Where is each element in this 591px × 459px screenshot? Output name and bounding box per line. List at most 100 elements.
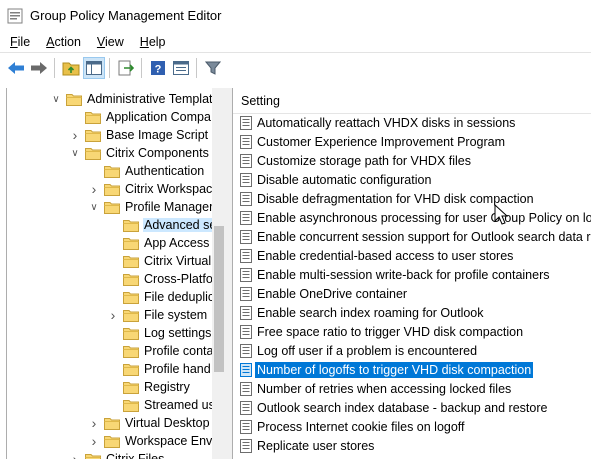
policy-setting-icon: [240, 324, 252, 339]
chevron-down-icon[interactable]: ∨: [88, 201, 100, 213]
tree-item[interactable]: › Virtual Desktop: [88, 414, 211, 432]
setting-label: Enable multi-session write-back for prof…: [257, 267, 550, 282]
up-folder-icon[interactable]: [60, 57, 82, 79]
tree-item[interactable]: › Citrix Files: [69, 450, 165, 459]
policy-setting-icon: [240, 362, 252, 377]
tree-item[interactable]: App Access: [107, 234, 210, 252]
setting-row[interactable]: Free space ratio to trigger VHD disk com…: [233, 322, 591, 341]
setting-row[interactable]: Enable concurrent session support for Ou…: [233, 227, 591, 246]
policy-setting-icon: [240, 210, 252, 225]
policy-setting-icon: [240, 343, 252, 358]
setting-row[interactable]: Enable OneDrive container: [233, 284, 591, 303]
column-header-setting[interactable]: Setting: [233, 88, 591, 114]
tree-item-label: File deduplic: [144, 290, 215, 304]
tree-item[interactable]: ∨ Profile Managem: [88, 198, 221, 216]
setting-row[interactable]: Enable asynchronous processing for user …: [233, 208, 591, 227]
chevron-down-icon[interactable]: ∨: [69, 147, 81, 159]
setting-row[interactable]: Log off user if a problem is encountered: [233, 341, 591, 360]
tree-scrollbar-thumb[interactable]: [214, 226, 224, 372]
tree-item[interactable]: Citrix Virtual: [107, 252, 212, 270]
menu-action[interactable]: Action: [40, 35, 87, 49]
setting-row[interactable]: Automatically reattach VHDX disks in ses…: [233, 113, 591, 132]
policy-setting-icon: [240, 172, 252, 187]
tree-item[interactable]: Registry: [107, 378, 191, 396]
settings-pane[interactable]: Setting Automatically reattach VHDX disk…: [232, 88, 591, 459]
tree-item[interactable]: File deduplic: [107, 288, 215, 306]
forward-arrow-icon[interactable]: [28, 57, 50, 79]
tree-item-label: Authentication: [125, 164, 205, 178]
tree-item[interactable]: Advanced se: [107, 216, 218, 234]
chevron-right-icon[interactable]: ›: [88, 433, 100, 449]
toolbar-separator: [141, 58, 142, 78]
tree-item[interactable]: › File system: [107, 306, 208, 324]
chevron-right-icon[interactable]: ›: [88, 181, 100, 197]
tree-item[interactable]: Cross-Platfo: [107, 270, 214, 288]
tree-item[interactable]: Log settings: [107, 324, 212, 342]
setting-row[interactable]: Number of retries when accessing locked …: [233, 379, 591, 398]
policy-setting-icon: [240, 191, 252, 206]
tree-item-label: Citrix Components: [106, 146, 209, 160]
export-list-icon[interactable]: [115, 57, 137, 79]
tree-item[interactable]: Application Compa: [69, 108, 212, 126]
filter-icon[interactable]: [202, 57, 224, 79]
menu-label: iew: [105, 34, 124, 49]
setting-row[interactable]: Enable search index roaming for Outlook: [233, 303, 591, 322]
policy-setting-icon: [240, 438, 252, 453]
folder-icon: [123, 291, 139, 304]
tree-item[interactable]: Streamed us: [107, 396, 216, 414]
back-arrow-icon[interactable]: [5, 57, 27, 79]
help-icon[interactable]: ?: [147, 57, 169, 79]
tree-item[interactable]: Profile hand: [107, 360, 212, 378]
tree-item[interactable]: › Citrix Workspace: [88, 180, 220, 198]
policy-setting-icon: [240, 134, 252, 149]
tree-item[interactable]: Authentication: [88, 162, 205, 180]
folder-icon: [85, 111, 101, 124]
chevron-right-icon[interactable]: ›: [69, 127, 81, 143]
setting-label: Enable OneDrive container: [257, 286, 408, 301]
tree-item[interactable]: ∨ Citrix Components: [69, 144, 210, 162]
toolbar-separator: [109, 58, 110, 78]
folder-icon: [85, 129, 101, 142]
setting-row[interactable]: Enable multi-session write-back for prof…: [233, 265, 591, 284]
tree-pane[interactable]: ∨ Administrative Templat Application Compa…: [0, 88, 226, 459]
policy-setting-icon: [240, 400, 252, 415]
setting-row[interactable]: Disable defragmentation for VHD disk com…: [233, 189, 591, 208]
setting-row[interactable]: Disable automatic configuration: [233, 170, 591, 189]
tree-item[interactable]: › Base Image Script F: [69, 126, 220, 144]
gpo-app-icon: [7, 8, 23, 23]
setting-row[interactable]: Customer Experience Improvement Program: [233, 132, 591, 151]
folder-icon: [123, 309, 139, 322]
menu-accelerator: H: [139, 34, 149, 49]
properties-icon[interactable]: [170, 57, 192, 79]
folder-icon: [123, 219, 139, 232]
tree-item[interactable]: ∨ Administrative Templat: [50, 90, 214, 108]
chevron-right-icon[interactable]: ›: [69, 451, 81, 459]
setting-row[interactable]: Outlook search index database - backup a…: [233, 398, 591, 417]
setting-row[interactable]: Process Internet cookie files on logoff: [233, 417, 591, 436]
show-hide-tree-icon[interactable]: [83, 57, 105, 79]
setting-row[interactable]: Enable credential-based access to user s…: [233, 246, 591, 265]
chevron-right-icon[interactable]: ›: [88, 415, 100, 431]
setting-label: Customer Experience Improvement Program: [257, 134, 506, 149]
setting-label: Number of retries when accessing locked …: [257, 381, 512, 396]
setting-row[interactable]: Number of logoffs to trigger VHD disk co…: [233, 360, 591, 379]
tree-scrollbar[interactable]: [212, 88, 226, 459]
menu-help[interactable]: Help: [134, 35, 172, 49]
chevron-down-icon[interactable]: ∨: [50, 93, 62, 105]
menu-file[interactable]: File: [4, 35, 36, 49]
tree-item[interactable]: Profile conta: [107, 342, 214, 360]
tree-item-label: Streamed us: [144, 398, 215, 412]
chevron-right-icon[interactable]: ›: [107, 307, 119, 323]
setting-row[interactable]: Replicate user stores: [233, 436, 591, 455]
menu-view[interactable]: View: [91, 35, 130, 49]
policy-setting-icon: [240, 419, 252, 434]
tree-item[interactable]: › Workspace Envi: [88, 432, 216, 450]
setting-row[interactable]: Customize storage path for VHDX files: [233, 151, 591, 170]
toolbar-separator: [196, 58, 197, 78]
